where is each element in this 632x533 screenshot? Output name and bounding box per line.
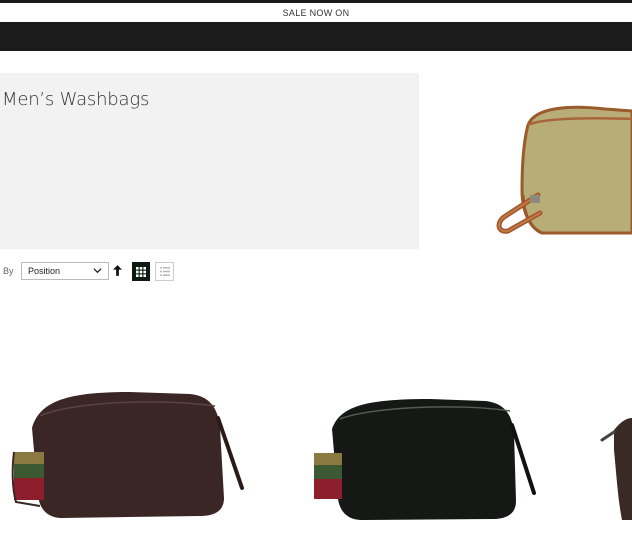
arrow-up-icon[interactable] xyxy=(113,265,122,276)
sort-select[interactable]: Position xyxy=(21,262,109,280)
promo-text: SALE NOW ON xyxy=(282,7,350,18)
category-hero: Men’s Washbags xyxy=(0,73,419,249)
sort-by-label: By xyxy=(3,266,14,276)
promo-banner[interactable]: SALE NOW ON xyxy=(0,3,632,22)
list-icon xyxy=(159,267,170,276)
hero-washbag-image xyxy=(496,105,632,235)
grid-view-button[interactable] xyxy=(132,262,150,281)
main-navigation-bar xyxy=(0,22,632,51)
sort-select-value: Position xyxy=(28,266,61,276)
product-image-black-washbag[interactable] xyxy=(310,395,540,523)
grid-icon xyxy=(136,266,146,277)
page-title: Men’s Washbags xyxy=(2,89,150,110)
chevron-down-icon xyxy=(93,268,102,274)
list-view-button[interactable] xyxy=(155,262,174,281)
product-image-brown-washbag[interactable] xyxy=(10,388,250,523)
product-image-partial-washbag[interactable] xyxy=(600,410,632,520)
